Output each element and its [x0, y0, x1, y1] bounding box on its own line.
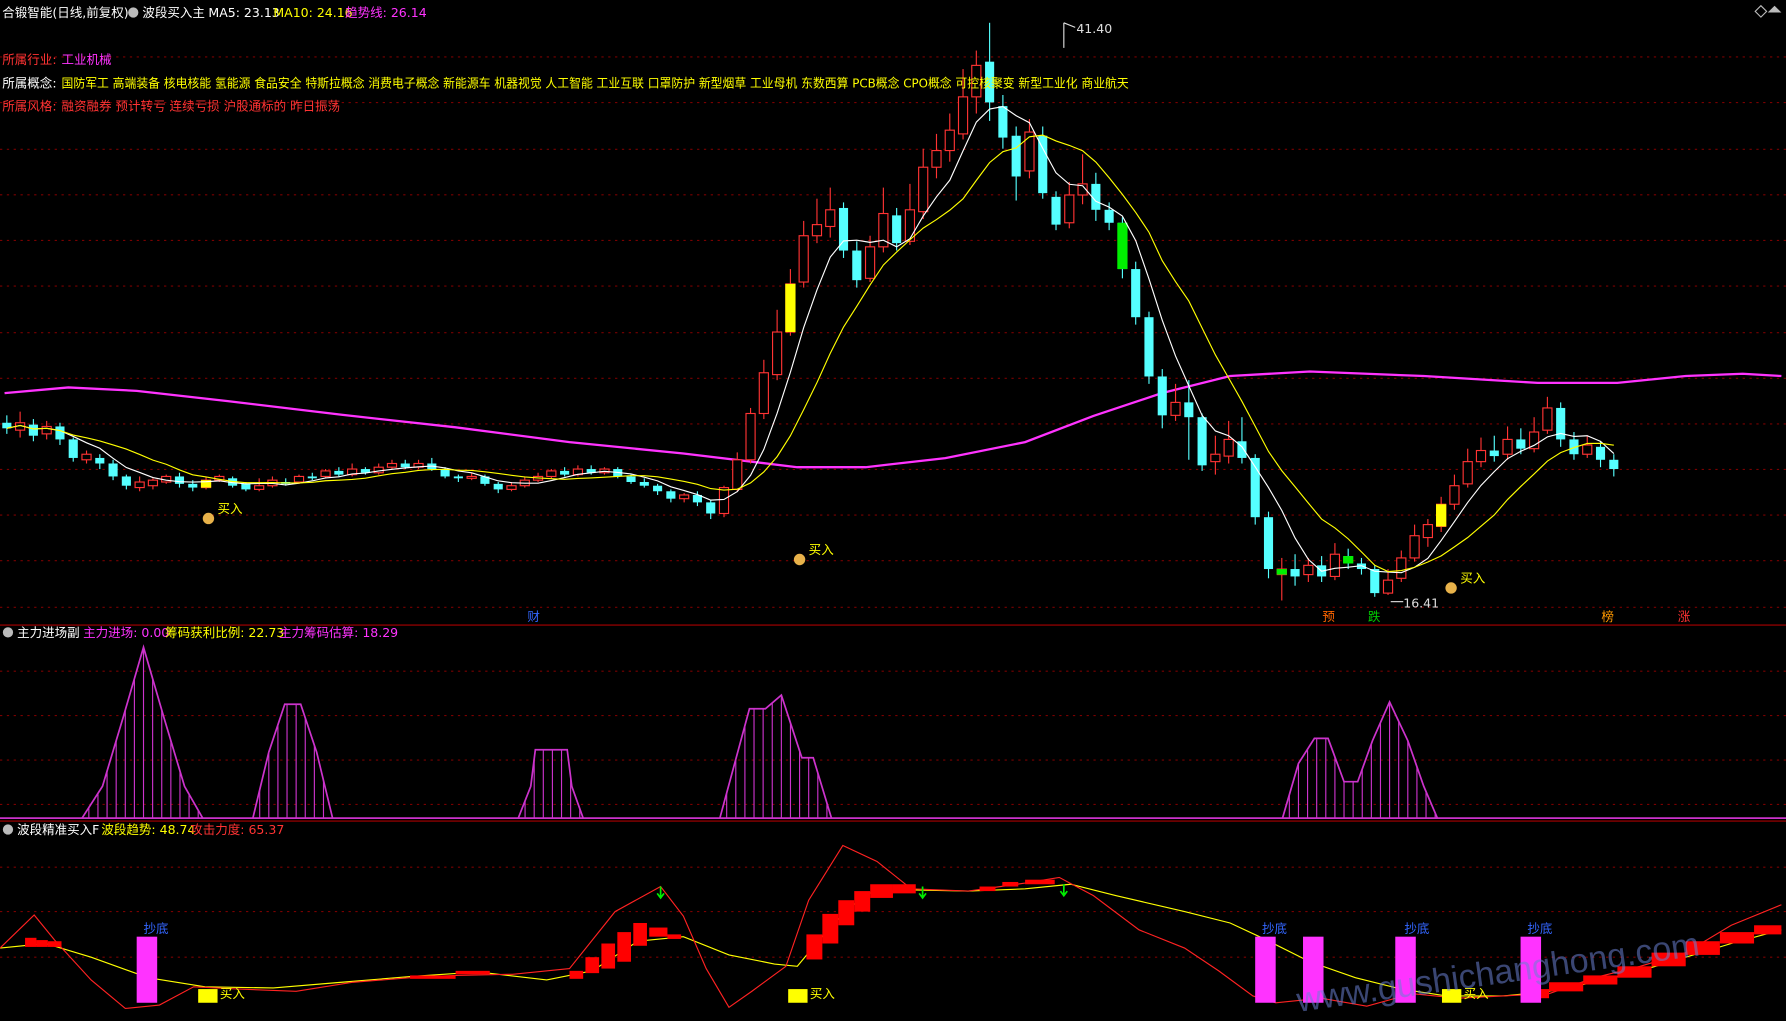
- money-bag-icon: [202, 512, 215, 525]
- candle[interactable]: [1263, 511, 1274, 579]
- stock-name: 合锻智能: [2, 5, 53, 20]
- buy-label: 买入: [220, 986, 246, 1001]
- buy-label: 买入: [810, 986, 836, 1001]
- sub2-toggle-icon[interactable]: [2, 824, 14, 835]
- signal-candle[interactable]: [1343, 556, 1354, 564]
- ma10-legend: MA10: 24.16: [273, 5, 352, 20]
- attack-block: [410, 975, 456, 979]
- attack-block: [25, 937, 37, 947]
- attack-block: [870, 884, 893, 898]
- sub2-header: 波段精准买入F 波段趋势: 48.74 攻击力度: 65.37: [2, 822, 284, 837]
- industry-label: 所属行业:: [2, 52, 56, 67]
- attack-block: [47, 941, 62, 947]
- candle[interactable]: [546, 469, 557, 479]
- attack-block: [667, 934, 682, 939]
- low-price-label: 16.41: [1403, 595, 1439, 610]
- bottom-signal-label: 抄底: [1527, 921, 1552, 936]
- attack-block: [633, 922, 647, 946]
- money-bag-icon: [793, 553, 806, 566]
- attack-block: [1754, 925, 1782, 935]
- attack-block: [649, 927, 668, 937]
- sub1-header: 主力进场副 主力进场: 0.00 筹码获利比例: 22.73 主力筹码估算: 1…: [2, 625, 398, 640]
- attack-block: [1002, 881, 1019, 887]
- buy-label: 买入: [218, 501, 244, 516]
- buy-label: 买入: [809, 542, 835, 557]
- bottom-signal-bar: [1255, 936, 1276, 1003]
- buy-block: [788, 989, 808, 1003]
- period-label: (日线,前复权): [52, 5, 128, 20]
- high-price-label: 41.40: [1076, 21, 1112, 36]
- attack-block: [455, 970, 490, 975]
- candle[interactable]: [1038, 126, 1048, 199]
- stock-chart-window: 41.40 16.41 买入 买入 买入财预跌榜涨 抄底 抄底 抄底 抄底 买入 买入 买入 www…: [0, 0, 1786, 1021]
- bottom-signal-label: 抄底: [144, 921, 169, 936]
- industry-value: 工业机械: [62, 52, 113, 67]
- attack-block: [838, 900, 855, 926]
- candle[interactable]: [320, 469, 331, 479]
- bottom-signal-label: 抄底: [1404, 921, 1429, 936]
- sub1-indicator-name[interactable]: 主力进场副: [17, 625, 80, 640]
- event-marker: 榜: [1601, 609, 1614, 624]
- attack-block: [585, 957, 600, 974]
- chip-estimate-legend: 主力筹码估算: 18.29: [279, 625, 398, 640]
- main-force-legend: 主力进场: 0.00: [83, 625, 169, 640]
- style-label: 所属风格:: [2, 99, 56, 114]
- buy-block: [198, 989, 218, 1003]
- band-trend-legend: 波段趋势: 48.74: [101, 822, 195, 837]
- trend-legend: 趋势线: 26.14: [345, 5, 427, 20]
- attack-block: [979, 886, 996, 892]
- candle[interactable]: [1197, 413, 1207, 471]
- bottom-signal-label: 抄底: [1262, 921, 1287, 936]
- profit-ratio-legend: 筹码获利比例: 22.73: [165, 625, 284, 640]
- money-bag-icon: [1445, 582, 1457, 594]
- ma5-legend: MA5: 23.13: [208, 5, 279, 20]
- buy-label: 买入: [1460, 570, 1486, 585]
- candle[interactable]: [1051, 191, 1061, 231]
- concept-label: 所属概念:: [2, 76, 56, 91]
- attack-block: [1025, 879, 1055, 885]
- candle[interactable]: [745, 407, 756, 464]
- indicator-toggle-icon[interactable]: [128, 7, 139, 18]
- attack-block: [892, 884, 916, 894]
- event-marker: 财: [527, 609, 540, 624]
- sub1-toggle-icon[interactable]: [2, 627, 14, 638]
- candle[interactable]: [1250, 454, 1260, 525]
- main-indicator-name[interactable]: 波段买入主: [142, 5, 205, 20]
- sub2-indicator-name[interactable]: 波段精准买入F: [17, 822, 99, 837]
- attack-block: [569, 970, 584, 979]
- candle[interactable]: [1144, 311, 1154, 384]
- attack-block: [822, 913, 839, 944]
- signal-candle[interactable]: [1276, 569, 1287, 575]
- signal-candle[interactable]: [1117, 222, 1128, 270]
- signal-candle[interactable]: [1436, 504, 1447, 527]
- attack-block: [806, 934, 823, 960]
- attack-block: [854, 891, 871, 912]
- candle[interactable]: [838, 202, 849, 258]
- concept-value: 国防军工 高端装备 核电核能 氢能源 食品安全 特斯拉概念 消费电子概念 新能源…: [62, 76, 1130, 91]
- signal-candle[interactable]: [785, 283, 796, 333]
- event-marker: 跌: [1368, 609, 1381, 624]
- attack-force-legend: 攻击力度: 65.37: [190, 822, 284, 837]
- attack-block: [1719, 932, 1755, 944]
- event-marker: 预: [1322, 609, 1335, 624]
- attack-block: [617, 932, 632, 962]
- bottom-signal-bar: [136, 936, 158, 1003]
- chart-canvas: 41.4016.41买入买入买入财预跌榜涨 抄底 抄底 抄底 抄底买入 买入 买入 www…: [0, 0, 1786, 1021]
- event-marker: 涨: [1678, 609, 1691, 624]
- candle[interactable]: [1131, 261, 1141, 325]
- attack-block: [36, 940, 48, 947]
- style-value: 融资融券 预计转亏 连续亏损 沪股通标的 昨日振荡: [62, 99, 341, 114]
- attack-block: [601, 943, 616, 969]
